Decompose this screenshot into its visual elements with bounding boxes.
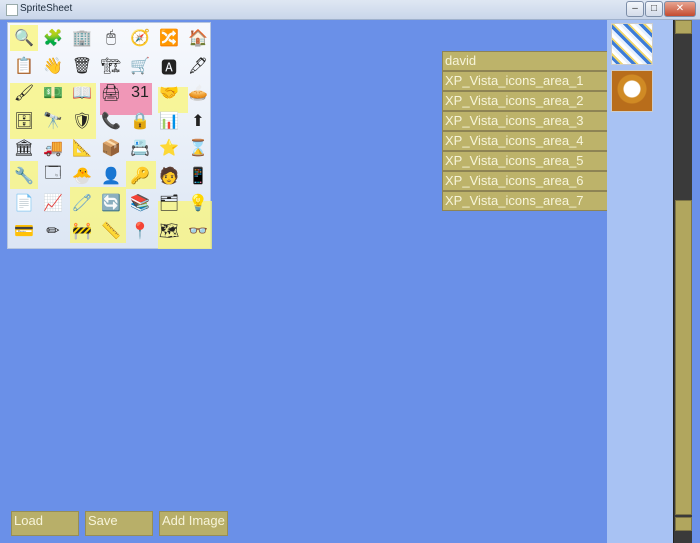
sprite-icon[interactable]: 📍: [128, 220, 152, 242]
sprite-icon[interactable]: 🛒: [128, 55, 152, 77]
add-image-button[interactable]: Add Image: [159, 511, 228, 536]
sprite-icon[interactable]: 🏗: [99, 55, 123, 77]
minimize-button[interactable]: –: [626, 1, 644, 17]
sprite-icon[interactable]: 🗺: [157, 220, 181, 242]
sprite-list: david XP_Vista_icons_area_1 XP_Vista_icons…: [442, 51, 610, 211]
sprite-icon[interactable]: 🤝: [157, 82, 181, 104]
sprite-icon[interactable]: 👓: [186, 220, 210, 242]
sprite-icon[interactable]: 🗑: [70, 55, 94, 77]
sprite-icon[interactable]: 📚: [128, 192, 152, 214]
vertical-scrollbar[interactable]: [673, 20, 692, 543]
sprite-icon[interactable]: 📄: [12, 192, 36, 214]
sprite-icon[interactable]: 🔧: [12, 165, 36, 187]
sprite-icon[interactable]: 🏢: [70, 27, 94, 49]
app-icon: [6, 4, 18, 16]
sprite-icon[interactable]: 🧷: [70, 192, 94, 214]
sprite-icon[interactable]: 👤: [99, 165, 123, 187]
main-area: 🔍 🧩 🏢 🖱 🧭 🔀 🏠 📋 👋 🗑 🏗 🛒 🅰 🖋 🖌 💵 📖 🖨 31 🤝 🥧 🗄 🔭 🛡 📞 🔒 📊 ⬆ 🏛 🚚 📐 📦 📇 ⭐ ⌛ 🔧 🗔 🐣 👤…: [0, 20, 700, 543]
sprite-icon[interactable]: 🐣: [70, 165, 94, 187]
sprite-icon[interactable]: 📞: [99, 110, 123, 132]
sprite-icon[interactable]: ⭐: [157, 137, 181, 159]
sprite-icon[interactable]: 🗄: [12, 110, 36, 132]
sprite-icon[interactable]: 📦: [99, 137, 123, 159]
thumbnail-icons-sheet[interactable]: [611, 23, 653, 65]
sprite-icon[interactable]: 📋: [12, 55, 36, 77]
sprite-icon[interactable]: 🖌: [12, 82, 36, 104]
sprite-icon[interactable]: 🚧: [70, 220, 94, 242]
sprite-icon[interactable]: 📈: [41, 192, 65, 214]
sprite-icon[interactable]: 📇: [128, 137, 152, 159]
scrollbar-thumb[interactable]: [675, 200, 692, 515]
sprite-icon[interactable]: 🧩: [41, 27, 65, 49]
sprite-icon[interactable]: 📊: [157, 110, 181, 132]
sprite-icon[interactable]: 🚚: [41, 137, 65, 159]
sprite-icon[interactable]: 🔭: [41, 110, 65, 132]
scroll-up-arrow[interactable]: [675, 20, 692, 34]
close-button[interactable]: ✕: [664, 1, 696, 17]
sprite-sheet-canvas[interactable]: 🔍 🧩 🏢 🖱 🧭 🔀 🏠 📋 👋 🗑 🏗 🛒 🅰 🖋 🖌 💵 📖 🖨 31 🤝 🥧 🗄 🔭 🛡 📞 🔒 📊 ⬆ 🏛 🚚 📐 📦 📇 ⭐ ⌛ 🔧 🗔 🐣 👤…: [7, 22, 212, 249]
sprite-icon[interactable]: ⬆: [186, 110, 210, 132]
sprite-icon[interactable]: 🅰: [157, 55, 181, 77]
sprite-icon[interactable]: 🏛: [12, 137, 36, 159]
title-bar: SpriteSheet – □ ✕: [0, 0, 700, 20]
sprite-icon[interactable]: 📐: [70, 137, 94, 159]
scroll-down-arrow[interactable]: [675, 517, 692, 531]
sprite-icon[interactable]: ⌛: [186, 137, 210, 159]
load-button[interactable]: Load: [11, 511, 79, 536]
thumbnail-panel: [607, 20, 673, 543]
sprite-list-item[interactable]: XP_Vista_icons_area_2: [442, 91, 610, 111]
window-title: SpriteSheet: [20, 3, 73, 14]
sprite-icon[interactable]: 31: [128, 82, 152, 104]
sprite-icon[interactable]: 🔀: [157, 27, 181, 49]
sprite-list-item[interactable]: XP_Vista_icons_area_1: [442, 71, 610, 91]
sprite-list-item[interactable]: XP_Vista_icons_area_3: [442, 111, 610, 131]
sprite-icon[interactable]: 🧑: [157, 165, 181, 187]
sprite-icon[interactable]: 📱: [186, 165, 210, 187]
sprite-icon[interactable]: 📖: [70, 82, 94, 104]
sprite-icon[interactable]: 🔄: [99, 192, 123, 214]
sprite-icon[interactable]: 🔒: [128, 110, 152, 132]
sprite-icon[interactable]: 🛡: [70, 110, 94, 132]
thumbnail-david[interactable]: [611, 70, 653, 112]
sprite-icon[interactable]: 💳: [12, 220, 36, 242]
sprite-icon[interactable]: 🥧: [186, 82, 210, 104]
maximize-button[interactable]: □: [645, 1, 663, 17]
sprite-list-item[interactable]: XP_Vista_icons_area_6: [442, 171, 610, 191]
save-button[interactable]: Save: [85, 511, 153, 536]
sprite-icon[interactable]: 📏: [99, 220, 123, 242]
sprite-icon[interactable]: 💵: [41, 82, 65, 104]
sprite-icon[interactable]: 🖨: [99, 82, 123, 104]
sprite-list-item[interactable]: david: [442, 51, 610, 71]
sprite-icon[interactable]: 🗔: [41, 165, 65, 187]
sprite-list-item[interactable]: XP_Vista_icons_area_4: [442, 131, 610, 151]
sprite-icon[interactable]: 🖋: [186, 55, 210, 77]
sprite-icon[interactable]: 💡: [186, 192, 210, 214]
sprite-icon[interactable]: ✏: [41, 220, 65, 242]
sprite-icon[interactable]: 👋: [41, 55, 65, 77]
sprite-icon[interactable]: 🏠: [186, 27, 210, 49]
sprite-list-item[interactable]: XP_Vista_icons_area_5: [442, 151, 610, 171]
sprite-list-item[interactable]: XP_Vista_icons_area_7: [442, 191, 610, 211]
sprite-icon[interactable]: 🧭: [128, 27, 152, 49]
sprite-icon[interactable]: 🖱: [99, 27, 123, 49]
sprite-icon[interactable]: 🔑: [128, 165, 152, 187]
sprite-icon[interactable]: 🔍: [12, 27, 36, 49]
sprite-icon[interactable]: 🗂: [157, 192, 181, 214]
